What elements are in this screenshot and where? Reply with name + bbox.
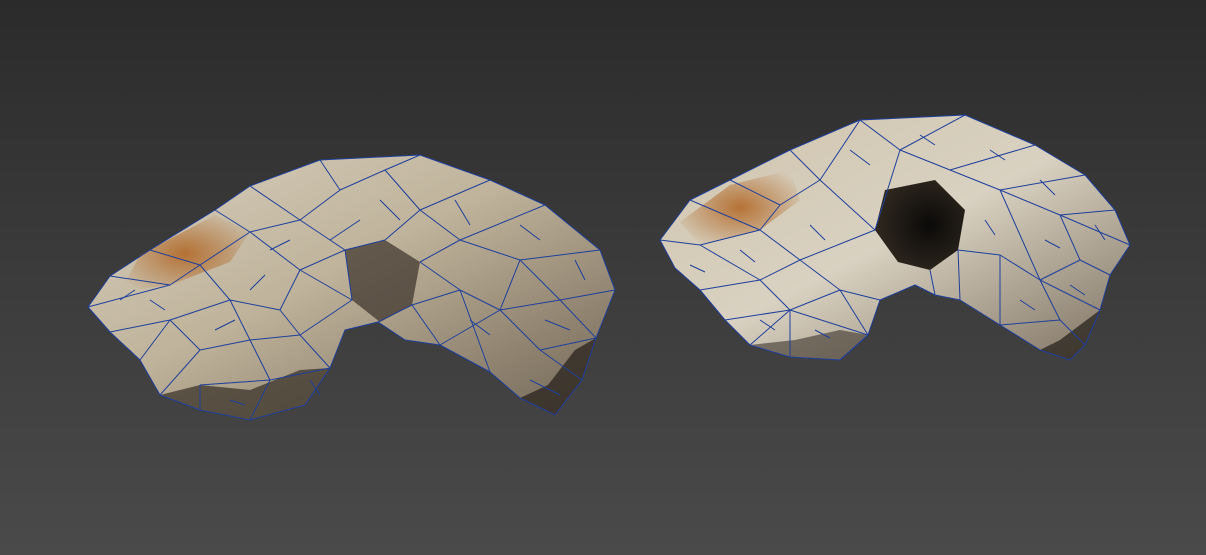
viewport-scene[interactable]	[0, 0, 1206, 555]
skull-model-left[interactable]	[87, 154, 616, 421]
3d-viewport[interactable]	[0, 0, 1206, 555]
skull-model-right[interactable]	[659, 114, 1131, 361]
